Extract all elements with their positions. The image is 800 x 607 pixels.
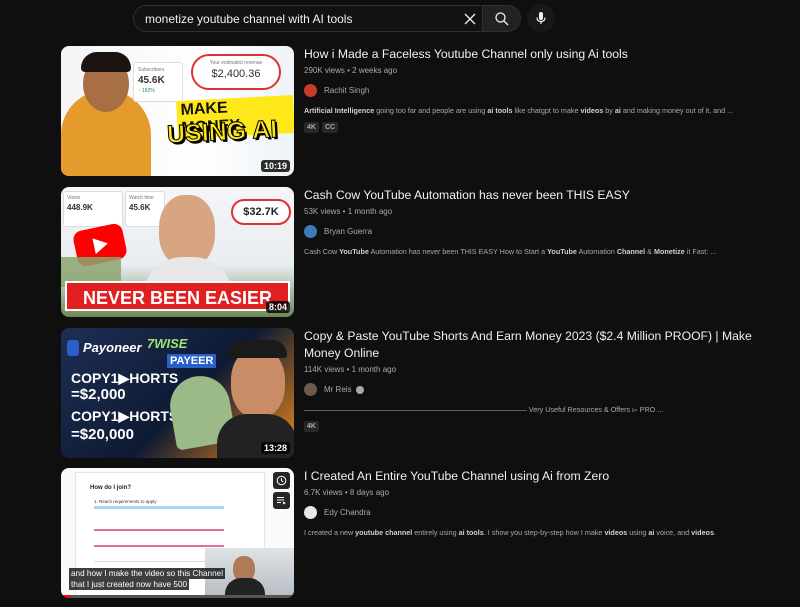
- video-thumbnail[interactable]: Payoneer 7WISE PAYEER COPY1▶HORTS =$2,00…: [61, 328, 294, 458]
- person-cap: [227, 340, 287, 358]
- video-title[interactable]: How i Made a Faceless Youtube Channel on…: [304, 46, 764, 63]
- channel-link[interactable]: Edy Chandra: [304, 506, 764, 519]
- clock-icon: [276, 475, 287, 486]
- channel-link[interactable]: Rachit Singh: [304, 84, 764, 97]
- search-button[interactable]: [482, 5, 521, 32]
- search-icon: [494, 11, 508, 25]
- revenue-card: $32.7K: [231, 199, 291, 225]
- video-title[interactable]: Copy & Paste YouTube Shorts And Earn Mon…: [304, 328, 764, 362]
- progress-bar: [94, 506, 224, 509]
- progress-bar: [94, 529, 224, 531]
- video-info: I Created An Entire YouTube Channel usin…: [304, 468, 764, 537]
- subscribers-growth: ↑ 192%: [138, 88, 155, 94]
- subtitle-line-1: and how I make the video so this Channel: [69, 568, 226, 579]
- video-description: I created a new youtube channel entirely…: [304, 528, 716, 537]
- video-duration: 13:28: [260, 442, 290, 454]
- avatar: [304, 84, 317, 97]
- views-label: Views: [67, 195, 81, 201]
- video-description: Artificial Intelligence going too far an…: [304, 106, 734, 115]
- video-info: How i Made a Faceless Youtube Channel on…: [304, 46, 764, 133]
- search-input[interactable]: [133, 5, 482, 32]
- badge-4k: 4K: [304, 421, 319, 432]
- channel-name: Edy Chandra: [324, 508, 371, 517]
- video-thumbnail[interactable]: How do I join? 1. Reach requirements to …: [61, 468, 294, 598]
- video-duration: 10:19: [260, 160, 290, 172]
- video-result[interactable]: How do I join? 1. Reach requirements to …: [61, 468, 761, 598]
- avatar: [304, 225, 317, 238]
- avatar: [304, 383, 317, 396]
- progress-bar: [94, 545, 224, 547]
- playback-progress-fill: [61, 595, 71, 598]
- video-result[interactable]: Payoneer 7WISE PAYEER COPY1▶HORTS =$2,00…: [61, 328, 761, 458]
- document-step: 1. Reach requirements to apply: [94, 499, 157, 504]
- badge-cc: CC: [321, 122, 339, 133]
- watch-time-label: Watch time: [129, 195, 154, 201]
- search-bar: [133, 5, 521, 32]
- video-thumbnail[interactable]: Subscribers 45.6K ↑ 192% Your estimated …: [61, 46, 294, 176]
- video-result[interactable]: Subscribers 45.6K ↑ 192% Your estimated …: [61, 46, 761, 176]
- document-heading: How do I join?: [90, 485, 131, 491]
- channel-name: Rachit Singh: [324, 86, 370, 95]
- wise-logo: 7WISE: [147, 336, 188, 351]
- watch-time-value: 45.6K: [129, 203, 151, 212]
- video-description: Cash Cow YouTube Automation has never be…: [304, 247, 717, 256]
- video-meta: 53K views • 1 month ago: [304, 207, 393, 216]
- thumbnail-headline: NEVER BEEN EASIER: [65, 281, 290, 311]
- badge-4k: 4K: [304, 122, 319, 133]
- add-to-queue-button[interactable]: [273, 492, 290, 509]
- video-meta: 6.7K views • 8 days ago: [304, 488, 390, 497]
- views-card: Views 448.9K: [63, 191, 123, 227]
- payoneer-logo: Payoneer: [83, 340, 142, 355]
- revenue-value: $32.7K: [243, 206, 279, 218]
- payeer-logo: PAYEER: [167, 354, 217, 368]
- video-meta: 114K views • 1 month ago: [304, 365, 397, 374]
- revenue-value: $2,400.36: [211, 68, 261, 80]
- channel-name: Mr Reis: [324, 385, 352, 394]
- badge-list: 4K CC: [304, 122, 764, 133]
- subtitle-line-2: that I just created now have 500: [69, 579, 190, 590]
- video-duration: 8:04: [265, 301, 290, 313]
- channel-link[interactable]: Bryan Guerra: [304, 225, 764, 238]
- voice-search-button[interactable]: [527, 4, 555, 32]
- video-title[interactable]: I Created An Entire YouTube Channel usin…: [304, 468, 764, 485]
- verified-icon: [355, 385, 364, 394]
- channel-link[interactable]: Mr Reis: [304, 383, 764, 396]
- thumbnail-line-1: COPY1▶HORTS: [71, 370, 179, 386]
- video-meta: 290K views • 2 weeks ago: [304, 66, 398, 75]
- paypal-logo: [67, 340, 79, 356]
- revenue-card: Your estimated revenue $2,400.36: [191, 54, 281, 90]
- channel-name: Bryan Guerra: [324, 227, 373, 236]
- subscribers-value: 45.6K: [138, 75, 165, 86]
- video-thumbnail[interactable]: Views 448.9K Watch time 45.6K $32.7K NEV…: [61, 187, 294, 317]
- video-title[interactable]: Cash Cow YouTube Automation has never be…: [304, 187, 764, 204]
- thumbnail-headline-2: USING AI: [166, 115, 279, 150]
- person-hair: [81, 52, 131, 72]
- video-info: Copy & Paste YouTube Shorts And Earn Mon…: [304, 328, 764, 432]
- person-face: [231, 348, 285, 418]
- queue-icon: [277, 497, 286, 505]
- badge-list: 4K: [304, 421, 764, 432]
- microphone-icon: [536, 12, 546, 24]
- clear-search-button[interactable]: [462, 11, 478, 27]
- close-icon: [464, 13, 476, 25]
- video-description: ——————————————————————————————— Very Use…: [304, 405, 664, 414]
- watch-later-button[interactable]: [273, 472, 290, 489]
- thumbnail-line-4: =$20,000: [71, 426, 134, 443]
- thumbnail-line-3: COPY1▶HORTS: [71, 408, 179, 424]
- avatar: [304, 506, 317, 519]
- revenue-label: Your estimated revenue: [209, 60, 263, 66]
- subscribers-card: Subscribers 45.6K ↑ 192%: [133, 62, 183, 102]
- video-info: Cash Cow YouTube Automation has never be…: [304, 187, 764, 256]
- playback-progress-bar[interactable]: [61, 595, 294, 598]
- subscribers-label: Subscribers: [138, 67, 165, 73]
- thumbnail-line-2: =$2,000: [71, 386, 126, 403]
- video-result[interactable]: Views 448.9K Watch time 45.6K $32.7K NEV…: [61, 187, 761, 317]
- views-value: 448.9K: [67, 203, 93, 212]
